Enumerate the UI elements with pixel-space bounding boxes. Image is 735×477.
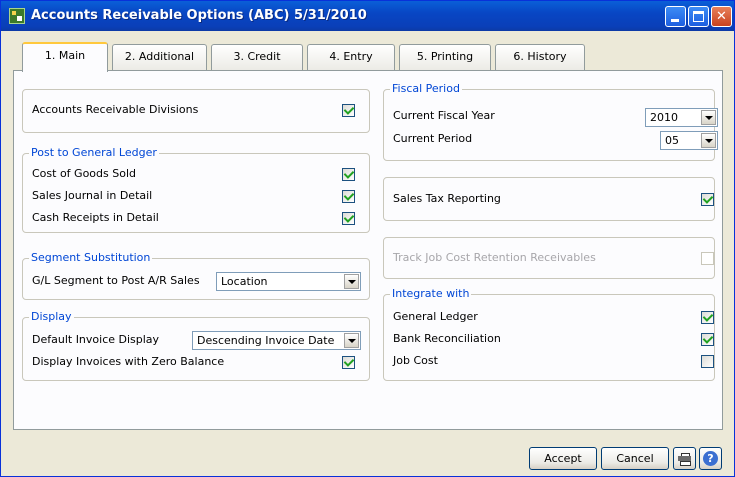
tab-panel-main: Accounts Receivable Divisions Post to Ge… (13, 70, 723, 430)
sales-tax-group: Sales Tax Reporting (383, 177, 715, 221)
job-cost-checkbox[interactable] (701, 355, 714, 368)
title-bar[interactable]: Accounts Receivable Options (ABC) 5/31/2… (1, 1, 734, 31)
accept-button[interactable]: Accept (529, 447, 597, 470)
close-button[interactable]: ✕ (711, 6, 732, 27)
cash-receipts-checkbox[interactable] (342, 212, 355, 225)
cancel-button[interactable]: Cancel (601, 447, 669, 470)
printer-icon (678, 453, 691, 466)
cogs-label: Cost of Goods Sold (32, 167, 136, 180)
app-icon (9, 8, 25, 24)
maximize-button[interactable] (688, 6, 709, 27)
zero-balance-checkbox[interactable] (342, 356, 355, 369)
minimize-icon (671, 19, 679, 22)
default-invoice-display-select[interactable]: Descending Invoice Date (192, 331, 361, 350)
tab-printing[interactable]: 5. Printing (399, 44, 491, 70)
chevron-down-icon[interactable] (344, 333, 359, 348)
job-cost-retention-checkbox[interactable] (701, 252, 714, 265)
integrate-with-title: Integrate with (390, 287, 472, 300)
help-icon: ? (703, 451, 718, 466)
cogs-checkbox[interactable] (342, 168, 355, 181)
gl-segment-select[interactable]: Location (216, 272, 361, 291)
ar-divisions-checkbox[interactable] (342, 104, 355, 117)
sales-journal-checkbox[interactable] (342, 190, 355, 203)
ar-divisions-label: Accounts Receivable Divisions (32, 103, 199, 116)
fiscal-year-select[interactable]: 2010 (645, 108, 718, 127)
integrate-with-group: Integrate with General Ledger Bank Recon… (383, 287, 715, 381)
chevron-down-icon[interactable] (701, 110, 716, 125)
chevron-down-icon[interactable] (344, 274, 359, 289)
display-group: Display Default Invoice Display Descendi… (22, 310, 370, 381)
bank-rec-checkbox[interactable] (701, 333, 714, 346)
post-to-gl-group: Post to General Ledger Cost of Goods Sol… (22, 146, 370, 233)
current-period-label: Current Period (393, 132, 473, 145)
tab-history[interactable]: 6. History (495, 44, 585, 70)
bank-rec-label: Bank Reconciliation (393, 332, 501, 345)
print-button[interactable] (673, 447, 696, 470)
chevron-down-icon[interactable] (701, 133, 716, 148)
post-to-gl-title: Post to General Ledger (29, 146, 159, 159)
window-title: Accounts Receivable Options (ABC) 5/31/2… (31, 8, 367, 23)
help-button[interactable]: ? (699, 447, 722, 470)
default-invoice-display-value: Descending Invoice Date (197, 334, 335, 347)
zero-balance-label: Display Invoices with Zero Balance (32, 355, 225, 368)
current-period-select[interactable]: 05 (660, 131, 718, 150)
cash-receipts-label: Cash Receipts in Detail (32, 211, 159, 224)
general-ledger-label: General Ledger (393, 310, 478, 323)
gl-segment-label: G/L Segment to Post A/R Sales (32, 274, 200, 287)
display-title: Display (29, 310, 74, 323)
fiscal-period-title: Fiscal Period (390, 82, 462, 95)
tab-main[interactable]: 1. Main (22, 42, 108, 72)
general-ledger-checkbox[interactable] (701, 311, 714, 324)
fiscal-year-label: Current Fiscal Year (393, 109, 495, 122)
job-cost-retention-label: Track Job Cost Retention Receivables (393, 251, 596, 264)
sales-tax-checkbox[interactable] (701, 193, 714, 206)
maximize-icon (693, 11, 704, 22)
fiscal-period-group: Fiscal Period Current Fiscal Year 2010 C… (383, 82, 718, 161)
sales-tax-label: Sales Tax Reporting (393, 192, 501, 205)
current-period-value: 05 (665, 134, 679, 147)
tab-entry[interactable]: 4. Entry (307, 44, 395, 70)
fiscal-year-value: 2010 (650, 111, 678, 124)
tab-additional[interactable]: 2. Additional (112, 44, 207, 70)
gl-segment-value: Location (221, 275, 268, 288)
segment-substitution-group: Segment Substitution G/L Segment to Post… (22, 251, 370, 300)
default-invoice-display-label: Default Invoice Display (32, 333, 160, 346)
job-cost-label: Job Cost (393, 354, 438, 367)
job-cost-retention-group: Track Job Cost Retention Receivables (383, 237, 715, 279)
close-icon: ✕ (716, 9, 727, 24)
minimize-button[interactable] (665, 6, 686, 27)
segment-substitution-title: Segment Substitution (29, 251, 153, 264)
dialog-window: Accounts Receivable Options (ABC) 5/31/2… (0, 0, 735, 477)
tab-credit[interactable]: 3. Credit (211, 44, 303, 70)
ar-divisions-group: Accounts Receivable Divisions (22, 89, 370, 133)
sales-journal-label: Sales Journal in Detail (32, 189, 153, 202)
